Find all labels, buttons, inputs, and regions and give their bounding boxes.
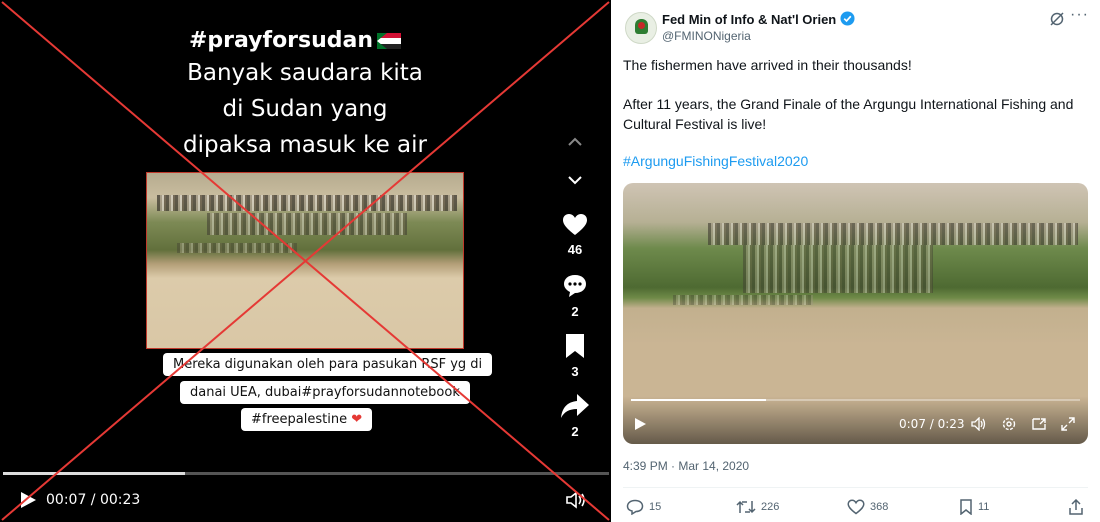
hashtag-title: #prayforsudan — [0, 28, 590, 53]
prev-video-button[interactable] — [553, 135, 597, 154]
bookmark-icon — [566, 334, 584, 358]
comment-count: 2 — [571, 304, 579, 319]
reply-icon — [626, 499, 644, 515]
play-icon[interactable] — [633, 417, 647, 431]
bookmark-count-tweet: 11 — [978, 501, 990, 513]
tweet-text-line-1: The fishermen have arrived in their thou… — [623, 57, 912, 73]
tweet-video[interactable]: 0:07 / 0:23 — [623, 183, 1088, 444]
like-count-tweet: 368 — [870, 501, 889, 513]
display-name[interactable]: Fed Min of Info & Nat'l Orien — [662, 12, 836, 27]
more-icon[interactable]: ··· — [1070, 6, 1089, 24]
tweet-video-progress-fill — [631, 399, 766, 401]
bubble-line-1: Mereka digunakan oleh para pasukan RSF y… — [163, 353, 493, 376]
video-frame[interactable] — [146, 172, 464, 349]
chevron-down-icon — [568, 176, 582, 185]
like-icon — [847, 499, 865, 515]
share-button[interactable]: 2 — [553, 393, 597, 439]
hashtag-title-text: #prayforsudan — [188, 28, 374, 53]
video-progress-fill — [3, 472, 185, 475]
reply-count: 15 — [649, 501, 662, 513]
comment-button[interactable]: 2 — [553, 273, 597, 319]
video-time: 00:07 / 00:23 — [46, 492, 141, 508]
share-button-tweet[interactable] — [1068, 499, 1084, 515]
like-button[interactable]: 368 — [847, 499, 888, 515]
bubble-line-3: #freepalestine ❤ — [241, 408, 373, 431]
grok-icon[interactable] — [1049, 11, 1065, 27]
video-progress-bar[interactable] — [3, 472, 609, 475]
like-button[interactable]: 46 — [553, 213, 597, 257]
fullscreen-icon[interactable] — [1060, 416, 1076, 432]
handle[interactable]: @FMINONigeria — [662, 29, 751, 43]
share-icon — [561, 394, 589, 418]
tweet-timestamp[interactable]: 4:39 PM · Mar 14, 2020 — [623, 459, 749, 473]
next-video-button[interactable] — [553, 173, 597, 192]
settings-icon[interactable] — [1001, 416, 1017, 432]
bookmark-button[interactable]: 3 — [553, 333, 597, 379]
tweet-text-line-2: After 11 years, the Grand Finale of the … — [623, 96, 1074, 112]
share-icon — [1069, 499, 1083, 515]
volume-icon[interactable] — [565, 491, 589, 509]
caption-line-3: dipaksa masuk ke air — [183, 132, 427, 158]
share-count: 2 — [571, 424, 579, 439]
repost-icon — [736, 500, 756, 514]
chevron-up-icon — [568, 137, 582, 146]
tweet-video-time: 0:07 / 0:23 — [899, 417, 965, 431]
verified-icon — [840, 11, 855, 26]
left-video-post: #prayforsudan Banyak saudara kita di Sud… — [0, 0, 611, 522]
caption-line-2: di Sudan yang — [222, 96, 388, 122]
tweet-video-progress-bar[interactable] — [631, 399, 1080, 401]
tweet-text-line-3: Cultural Festival is live! — [623, 116, 767, 132]
tweet-hashtag-link[interactable]: #ArgunguFishingFestival2020 — [623, 153, 808, 169]
heart-icon — [563, 214, 587, 235]
caption-line-1: Banyak saudara kita — [187, 60, 423, 86]
reply-button[interactable]: 15 — [626, 499, 661, 515]
bookmark-icon — [960, 499, 972, 515]
red-heart-icon: ❤ — [351, 412, 363, 427]
video-controls-bar — [623, 396, 1088, 444]
play-icon[interactable] — [18, 490, 38, 510]
like-count: 46 — [567, 242, 583, 257]
volume-icon[interactable] — [971, 417, 987, 431]
bubble-line-3-text: #freepalestine — [251, 412, 348, 427]
tweet-card: Fed Min of Info & Nat'l Orien @FMINONige… — [612, 0, 1100, 522]
repost-button[interactable]: 226 — [736, 499, 779, 515]
sudan-flag-icon — [377, 33, 402, 49]
repost-count: 226 — [761, 501, 780, 513]
bookmark-count: 3 — [571, 364, 579, 379]
pip-icon[interactable] — [1031, 416, 1047, 432]
divider — [623, 487, 1088, 488]
comment-icon — [564, 275, 586, 297]
bubble-line-2: danai UEA, dubai#prayforsudannotebook — [180, 381, 470, 404]
avatar[interactable] — [625, 12, 657, 44]
bookmark-button-tweet[interactable]: 11 — [959, 499, 989, 515]
